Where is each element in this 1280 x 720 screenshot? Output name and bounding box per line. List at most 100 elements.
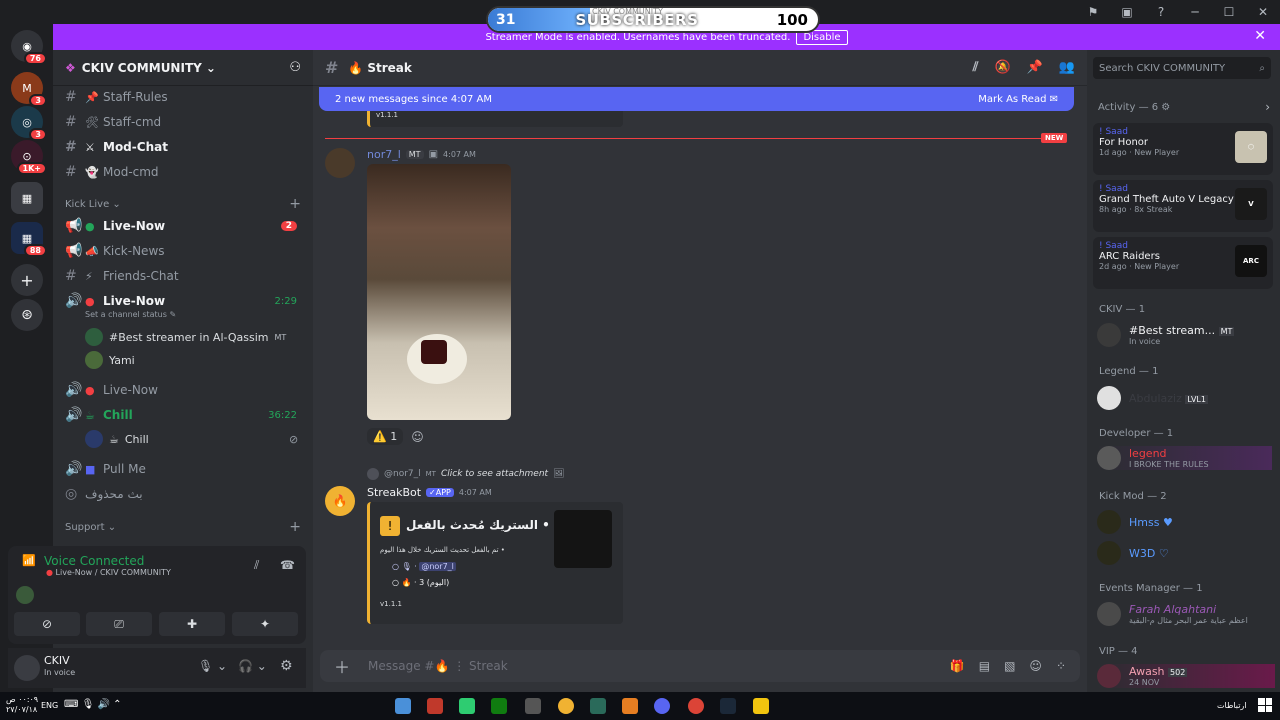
channel-mod-chat[interactable]: # ⚔ Mod-Chat [61,136,305,158]
screen-icon[interactable]: ▣ [1110,0,1144,24]
steam-icon[interactable] [720,698,736,714]
sticker-icon[interactable]: ▧ [1004,659,1015,673]
search-input[interactable]: Search CKIV COMMUNITY ⌕ [1093,57,1271,79]
discord-taskbar-icon[interactable] [654,698,670,714]
camera-off-button[interactable]: ⊘ [14,612,80,636]
app-icon[interactable] [395,698,411,714]
system-tray-icons[interactable]: ⌨ 🎙 🔊 ⌃ [64,699,122,710]
server-icon[interactable]: ◎ 3 [11,106,47,141]
help-icon[interactable]: ? [1144,0,1178,24]
voice-channel-live-now[interactable]: 🔊 ● Live-Now 2:29 [61,290,305,312]
maximize-button[interactable]: ☐ [1212,0,1246,24]
activity-card[interactable]: ! Saad ARC Raiders 2d ago · New Player A… [1093,237,1273,289]
channel-status[interactable]: Set a channel status ✎ [85,310,176,319]
threads-icon[interactable]: ⫽ [973,60,979,75]
voice-channel-live-now-2[interactable]: 🔊 ● Live-Now [61,379,305,401]
activity-card[interactable]: ! Saad For Honor 1d ago · New Player ⬡ [1093,123,1273,175]
author-avatar[interactable] [325,148,355,178]
app-icon[interactable] [590,698,606,714]
member[interactable]: legend I BROKE THE RULES [1097,446,1272,470]
channel-friends-chat[interactable]: # ⚡ Friends-Chat [61,265,305,287]
user-avatar[interactable] [14,655,40,681]
channel-kick-news[interactable]: 📢 📣 Kick-News [61,240,305,262]
discord-home-icon[interactable]: ◉ 76 [11,30,47,65]
close-icon[interactable]: ✕ [1254,28,1266,44]
add-reaction-icon[interactable]: ☺ [411,430,424,444]
soundboard-button[interactable]: ✦ [232,612,298,636]
author-name[interactable]: StreakBot [367,486,421,499]
reaction-warning[interactable]: ⚠️ 1 [367,428,404,445]
embed-mention[interactable]: ○ 🎙 · @nor7_l [392,562,456,571]
noise-suppression-icon[interactable]: ⫽ [254,558,259,573]
folder-icon[interactable] [753,698,769,714]
category-kick-live[interactable]: Kick Live ⌄ + [65,196,301,212]
voice-channel-chill[interactable]: 🔊 ☕ Chill 36:22 [61,404,305,426]
taskbar-links[interactable]: ارتباطات [1217,701,1247,710]
mic-icon[interactable]: 🎙 ⌄ [198,659,227,673]
mute-icon[interactable]: 🔕 [994,60,1010,75]
inbox-icon[interactable]: ⚑ [1076,0,1110,24]
voice-channel-pull-me[interactable]: 🔊 ■ Pull Me [61,458,305,480]
author-name[interactable]: nor7_l [367,148,401,161]
member[interactable]: W3D ♡ [1097,541,1169,565]
add-channel-icon[interactable]: + [289,519,301,535]
add-server-icon[interactable]: + [11,264,43,296]
reply-reference[interactable]: @nor7_l MT Click to see attachment 🖼 [367,468,565,480]
language-indicator[interactable]: ENG [41,701,58,710]
activity-card[interactable]: ! Saad Grand Theft Auto V Legacy 8h ago … [1093,180,1273,232]
embed-thumbnail[interactable] [554,510,612,568]
pin-icon[interactable]: 📌 [1027,60,1043,75]
app-icon[interactable] [459,698,475,714]
close-button[interactable]: ✕ [1246,0,1280,24]
channel-live-now[interactable]: 📢 ● Live-Now 2 [61,215,305,237]
bot-avatar[interactable]: 🔥 [325,486,355,516]
channel-staff-cmd[interactable]: # 🛠 Staff-cmd [61,111,305,133]
headphones-icon[interactable]: 🎧 ⌄ [238,659,267,673]
invite-icon[interactable]: ⚇ [289,60,301,75]
windows-start-icon[interactable] [1258,698,1272,712]
server-header[interactable]: ❖ CKIV COMMUNITY ⌄ ⚇ [53,50,313,86]
signal-icon[interactable]: 📶 [22,554,36,567]
attach-plus-icon[interactable]: ＋ [334,654,350,678]
add-channel-icon[interactable]: + [289,196,301,212]
apps-icon[interactable]: ⁘ [1056,659,1066,673]
app-icon[interactable] [525,698,541,714]
member[interactable]: Hmss ♥ [1097,510,1173,534]
channel-mod-cmd[interactable]: # 👻 Mod-cmd [61,161,305,183]
channel-stage[interactable]: ◎ بث محذوف [61,483,305,505]
voice-location[interactable]: ● Live-Now / CKIV COMMUNITY [46,568,171,577]
voice-user[interactable]: ☕ Chill ⊘ [85,430,298,448]
clock[interactable]: ٠٠:٠٩ ص ٢٧/٠٧/١٨ [6,695,38,715]
member[interactable]: Awash 502 24 NOV [1097,664,1275,688]
xbox-icon[interactable] [491,698,507,714]
member[interactable]: Abdulaziz LVL1 [1097,386,1208,410]
voice-user[interactable]: Yami [85,351,135,369]
new-messages-bar[interactable]: 2 new messages since 4:07 AM Mark As Rea… [319,87,1074,111]
member[interactable]: #Best stream... MT In voice [1097,323,1235,347]
server-folder-icon[interactable]: ▦ [11,182,43,214]
disconnect-icon[interactable]: ☎ [280,558,295,572]
gift-icon[interactable]: 🎁 [950,659,965,673]
mark-as-read-button[interactable]: Mark As Read ✉ [978,94,1058,105]
activities-button[interactable]: ✚ [159,612,225,636]
category-support[interactable]: Support ⌄ + [65,519,301,535]
server-icon[interactable]: M3 [11,72,47,107]
app-icon[interactable] [427,698,443,714]
app-icon[interactable] [558,698,574,714]
chrome-icon[interactable] [688,698,704,714]
settings-icon[interactable]: ⚙ [280,658,293,674]
server-folder-icon[interactable]: ▦ 88 [11,222,47,257]
emoji-icon[interactable]: ☺ [1029,659,1042,673]
discover-icon[interactable]: ⊛ [11,299,43,331]
attached-image[interactable] [367,164,511,420]
voice-user[interactable]: #Best streamer in Al-Qassim MT [85,328,286,346]
member[interactable]: Farah Alqahtani اعظم عباية عمر البحر مثال… [1097,602,1248,626]
gif-icon[interactable]: ▤ [979,659,990,673]
message-composer[interactable]: ＋ Message #🔥 ⋮ Streak 🎁 ▤ ▧ ☺ ⁘ [320,650,1080,682]
members-icon[interactable]: 👥 [1059,60,1075,75]
chevron-right-icon[interactable]: › [1265,100,1270,114]
screen-share-button[interactable]: ⎚ [86,612,152,636]
app-icon[interactable] [622,698,638,714]
server-icon[interactable]: ⊙ 1K+ [11,140,47,175]
channel-staff-rules[interactable]: # 📌 Staff-Rules [61,86,305,108]
